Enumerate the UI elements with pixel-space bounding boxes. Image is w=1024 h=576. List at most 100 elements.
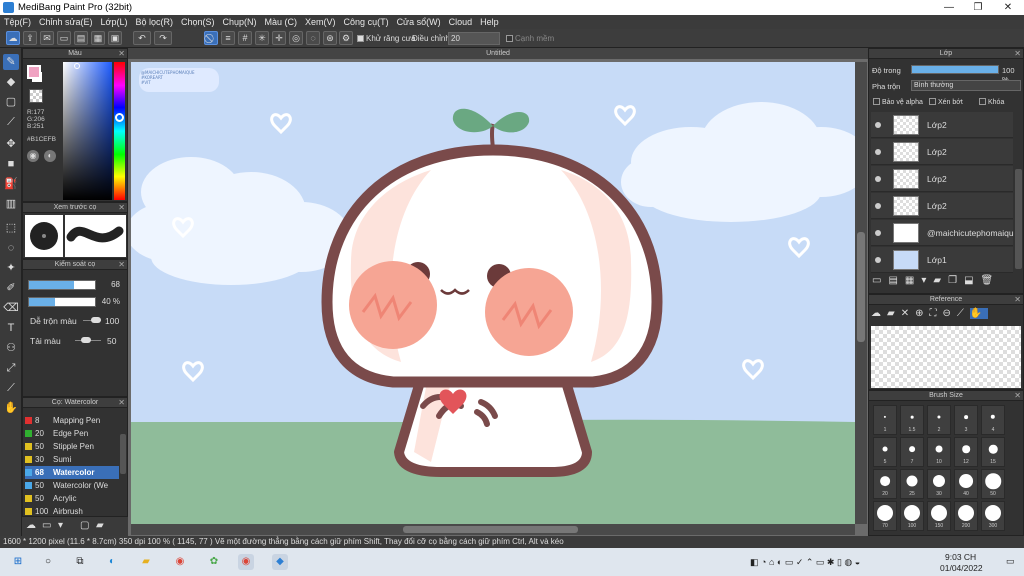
- load-slider-knob[interactable]: [81, 337, 91, 343]
- brush-list-item[interactable]: 100 Airbrush: [25, 505, 119, 516]
- select-rect-icon[interactable]: ⬚: [3, 220, 19, 236]
- hue-slider[interactable]: [114, 62, 125, 200]
- transparent-color-swatch[interactable]: [29, 89, 43, 103]
- brush-list-item-selected[interactable]: 68 Watercolor: [25, 466, 119, 479]
- brush-size-option[interactable]: 50: [981, 469, 1005, 499]
- brush-size-slider[interactable]: [28, 280, 96, 290]
- panel-close-icon[interactable]: ✕: [118, 260, 125, 270]
- antialias-option[interactable]: Khử răng cưa: [357, 34, 415, 43]
- layer-row[interactable]: Lớp1: [871, 247, 1013, 273]
- mix-slider-knob[interactable]: [91, 317, 101, 323]
- zoom-in-icon[interactable]: ⊕: [915, 308, 929, 319]
- brush-size-option[interactable]: 100: [900, 501, 924, 531]
- brush-size-option[interactable]: 5: [873, 437, 897, 467]
- rect-tool-icon[interactable]: ■: [3, 156, 19, 172]
- brush-size-option[interactable]: 70: [873, 501, 897, 531]
- layer-row[interactable]: Lớp2: [871, 193, 1013, 219]
- foreground-color-swatch[interactable]: [27, 65, 41, 79]
- chrome-icon[interactable]: ◉: [172, 554, 188, 570]
- brush-size-option[interactable]: 150: [927, 501, 951, 531]
- menu-help[interactable]: Help: [476, 15, 503, 29]
- merge-layer-icon[interactable]: ⬓: [964, 275, 980, 286]
- eye-icon[interactable]: [875, 257, 881, 263]
- lock-checkbox[interactable]: [979, 98, 986, 105]
- layer-row[interactable]: Lớp2: [871, 139, 1013, 165]
- soft-edge-checkbox[interactable]: [506, 35, 513, 42]
- operation-tool-icon[interactable]: ⤢: [3, 360, 19, 376]
- menu-filter[interactable]: Bộ lọc(R): [131, 15, 177, 29]
- brush-size-option[interactable]: 30: [927, 469, 951, 499]
- chrome-active-icon[interactable]: ◉: [238, 554, 254, 570]
- new-8bit-layer-icon[interactable]: ▦: [905, 275, 921, 286]
- menu-layer[interactable]: Lớp(L): [97, 15, 132, 29]
- hand-tool-icon[interactable]: ✋: [3, 400, 19, 416]
- canvas-horizontal-scrollbar[interactable]: [131, 524, 855, 535]
- eye-icon[interactable]: [875, 230, 881, 236]
- brush-size-option[interactable]: 12: [954, 437, 978, 467]
- saturation-value-picker[interactable]: [63, 62, 112, 200]
- reference-cloud-icon[interactable]: ☁: [871, 308, 887, 319]
- shape-tool-icon[interactable]: ▢: [3, 94, 19, 110]
- brush-list-item[interactable]: 8 Mapping Pen: [25, 414, 119, 427]
- canvas-tab[interactable]: Untitled: [128, 48, 868, 59]
- new-halftone-layer-icon[interactable]: ▤: [888, 275, 904, 286]
- brush-size-option[interactable]: 300: [981, 501, 1005, 531]
- eye-icon[interactable]: [875, 149, 881, 155]
- reference-close-icon[interactable]: ✕: [901, 308, 915, 319]
- panel-close-icon[interactable]: ✕: [118, 203, 125, 213]
- brush-size-option[interactable]: 15: [981, 437, 1005, 467]
- antialias-checkbox[interactable]: [357, 35, 364, 42]
- crosshair-snap-icon[interactable]: ✛: [272, 31, 286, 45]
- lock-option[interactable]: Khóa: [979, 98, 1004, 106]
- windows-start-icon[interactable]: ⊞: [10, 554, 26, 570]
- cloud-icon[interactable]: ☁: [6, 31, 20, 45]
- select-pen-icon[interactable]: ✐: [3, 280, 19, 296]
- eye-icon[interactable]: [875, 122, 881, 128]
- export-icon[interactable]: ▣: [108, 31, 122, 45]
- correction-select[interactable]: 20: [448, 32, 500, 45]
- eyedropper-tool-icon[interactable]: ⟋: [3, 380, 19, 396]
- divide-tool-icon[interactable]: ⚇: [3, 340, 19, 356]
- reference-open-icon[interactable]: ▰: [887, 308, 901, 319]
- lasso-tool-icon[interactable]: ◌: [3, 240, 19, 256]
- menu-cloud[interactable]: Cloud: [445, 15, 477, 29]
- brush-size-option[interactable]: 1: [873, 405, 897, 435]
- brush-size-option[interactable]: 10: [927, 437, 951, 467]
- medibang-taskbar-icon[interactable]: ◆: [272, 554, 288, 570]
- magic-wand-icon[interactable]: ✦: [3, 260, 19, 276]
- search-icon[interactable]: ○: [40, 554, 56, 570]
- menu-capture[interactable]: Chụp(N): [219, 15, 261, 29]
- brush-size-option[interactable]: 1.5: [900, 405, 924, 435]
- duplicate-layer-icon[interactable]: ❐: [948, 275, 964, 286]
- brush-list-item[interactable]: 30 Sumi: [25, 453, 119, 466]
- close-button[interactable]: ✕: [993, 0, 1023, 15]
- gradient-tool-icon[interactable]: ▥: [3, 196, 19, 212]
- open-file-icon[interactable]: ▤: [74, 31, 88, 45]
- minimize-button[interactable]: —: [934, 0, 964, 15]
- save-file-icon[interactable]: ▦: [91, 31, 105, 45]
- vanish-point-icon[interactable]: ⊛: [323, 31, 337, 45]
- vertical-scroll-thumb[interactable]: [857, 232, 865, 342]
- fill-tool-icon[interactable]: ⛽: [3, 176, 19, 192]
- protect-alpha-checkbox[interactable]: [873, 98, 880, 105]
- brush-list-item[interactable]: 50 Acrylic: [25, 492, 119, 505]
- select-eraser-icon[interactable]: ⌫: [3, 300, 19, 316]
- zoom-out-icon[interactable]: ⊖: [942, 308, 956, 319]
- new-file-icon[interactable]: ▭: [57, 31, 71, 45]
- task-view-icon[interactable]: ⧉: [72, 554, 88, 570]
- panel-close-icon[interactable]: ✕: [1014, 49, 1021, 59]
- layer-list-scrollbar[interactable]: [1015, 169, 1022, 269]
- notification-icon[interactable]: ▭: [1006, 556, 1015, 567]
- new-layer-icon[interactable]: ▭: [872, 275, 888, 286]
- panel-close-icon[interactable]: ✕: [118, 49, 125, 59]
- redo-icon[interactable]: ↷: [154, 31, 172, 45]
- brush-size-option[interactable]: 2: [927, 405, 951, 435]
- move-tool-icon[interactable]: ✥: [3, 136, 19, 152]
- brush-size-option[interactable]: 4: [981, 405, 1005, 435]
- layer-row[interactable]: @maichicutephomaiqu: [871, 220, 1014, 246]
- brush-opacity-slider[interactable]: [28, 297, 96, 307]
- circle-snap-icon[interactable]: ◎: [289, 31, 303, 45]
- brush-size-option[interactable]: 3: [954, 405, 978, 435]
- app-icon-green[interactable]: ✿: [206, 554, 222, 570]
- curve-snap-icon[interactable]: ◌: [306, 31, 320, 45]
